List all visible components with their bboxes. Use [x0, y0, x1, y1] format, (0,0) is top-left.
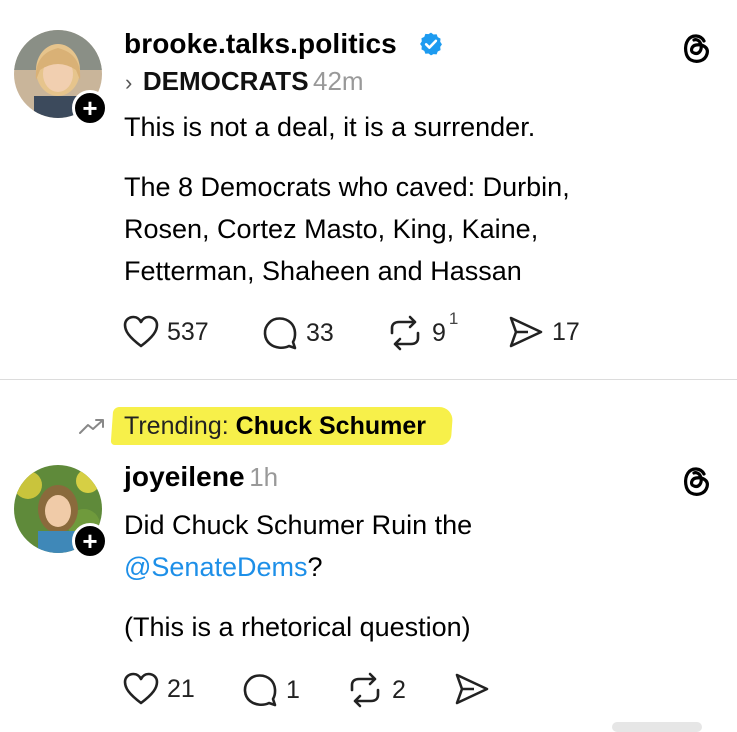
repost-superscript: 1 — [448, 309, 459, 328]
follow-button[interactable]: + — [72, 523, 108, 559]
repost-icon — [350, 672, 380, 708]
repost-count: 9 — [432, 318, 446, 347]
heart-icon — [123, 672, 159, 705]
trending-label[interactable]: Trending: Chuck Schumer — [124, 412, 426, 441]
share-button[interactable] — [454, 672, 490, 706]
like-button[interactable]: 21 — [123, 672, 195, 706]
post-text-line: The 8 Democrats who caved: Durbin, — [124, 172, 570, 202]
community-breadcrumb[interactable]: › DEMOCRATS 42m — [125, 66, 364, 97]
threads-logo-icon[interactable] — [680, 464, 712, 503]
heart-icon — [123, 315, 159, 348]
post-time: 1h — [249, 462, 279, 492]
post-username[interactable]: brooke.talks.politics — [124, 28, 397, 60]
mention-link[interactable]: @SenateDems — [124, 552, 308, 582]
comment-icon — [263, 317, 297, 350]
send-icon — [455, 673, 489, 705]
comment-icon — [243, 674, 277, 707]
post-text-line: Fetterman, Shaheen and Hassan — [124, 256, 522, 286]
floating-pill — [612, 722, 702, 732]
send-icon — [509, 316, 543, 348]
post-time: 42m — [312, 66, 364, 96]
post-text-line: Rosen, Cortez Masto, King, Kaine, — [124, 214, 539, 244]
repost-icon — [390, 315, 420, 351]
reply-count: 33 — [306, 318, 334, 347]
verified-badge-icon — [418, 31, 444, 62]
like-count: 21 — [167, 674, 195, 703]
follow-button[interactable]: + — [72, 90, 108, 126]
trending-prefix: Trending: — [124, 412, 236, 440]
trending-arrow-icon — [78, 417, 106, 442]
mention-suffix: ? — [307, 552, 323, 582]
post-header: joyeilene 1h — [124, 461, 278, 493]
reply-count: 1 — [286, 675, 300, 704]
post-divider — [0, 379, 737, 380]
reply-button[interactable]: 33 — [262, 315, 334, 351]
reply-button[interactable]: 1 — [242, 672, 300, 708]
community-name[interactable]: DEMOCRATS — [143, 66, 309, 96]
post-text-line: (This is a rhetorical question) — [124, 612, 471, 642]
chevron-right-icon: › — [125, 70, 139, 95]
post-text-line: This is not a deal, it is a surrender. — [124, 112, 536, 142]
post-text-line: @SenateDems? — [124, 547, 323, 588]
share-count: 17 — [552, 317, 580, 346]
plus-icon: + — [82, 526, 98, 556]
post-text-line: Did Chuck Schumer Ruin the — [124, 510, 473, 540]
plus-icon: + — [82, 93, 98, 123]
trending-topic[interactable]: Chuck Schumer — [236, 412, 426, 440]
threads-logo-icon[interactable] — [680, 31, 712, 70]
like-button[interactable]: 537 — [123, 315, 209, 349]
repost-count: 2 — [392, 675, 406, 704]
repost-button[interactable]: 9 1 — [386, 309, 458, 351]
like-count: 537 — [167, 317, 209, 346]
repost-button[interactable]: 2 — [346, 672, 406, 708]
share-button[interactable]: 17 — [508, 315, 580, 349]
post-username[interactable]: joyeilene — [124, 461, 245, 492]
